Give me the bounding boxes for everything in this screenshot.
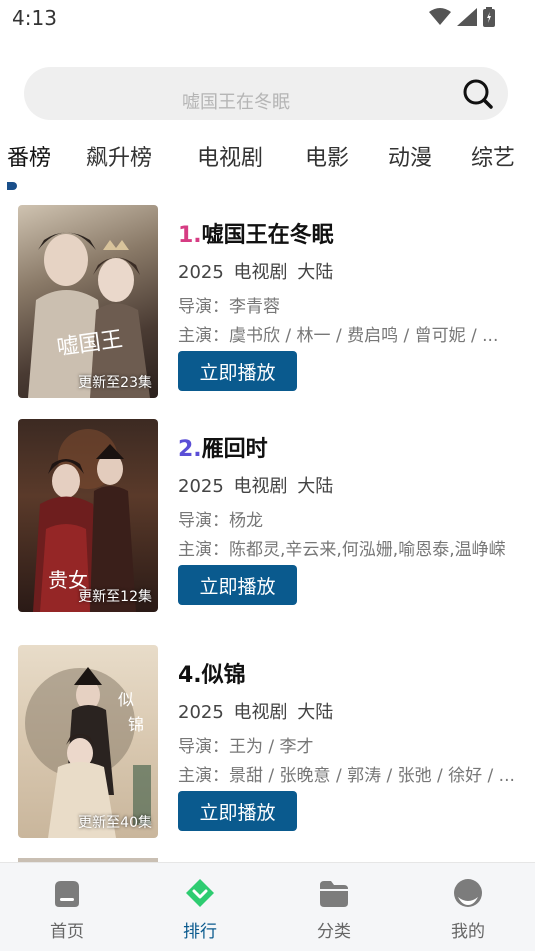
bottom-navigation: 首页 排行 分类 我的 bbox=[0, 862, 535, 951]
item-meta: 2025 电视剧 大陆 bbox=[178, 476, 334, 497]
poster-image[interactable]: 贵女 更新至12集 bbox=[18, 419, 158, 612]
item-cast: 主演：虞书欣 / 林一 / 费启鸣 / 曾可妮 / ... bbox=[178, 326, 499, 346]
update-badge: 更新至23集 bbox=[78, 375, 152, 391]
search-icon[interactable] bbox=[462, 78, 494, 110]
item-meta: 2025 电视剧 大陆 bbox=[178, 702, 334, 723]
nav-label: 我的 bbox=[451, 922, 485, 942]
tab-anime[interactable]: 动漫 bbox=[388, 140, 432, 172]
nav-profile[interactable]: 我的 bbox=[428, 877, 508, 942]
item-title[interactable]: 4.似锦 bbox=[178, 657, 246, 689]
search-input[interactable]: 嘘国王在冬眠 bbox=[24, 67, 508, 120]
item-cast: 主演：景甜 / 张晚意 / 郭涛 / 张弛 / 徐好 / ... bbox=[178, 766, 515, 786]
poster-image[interactable]: 似 锦 更新至40集 bbox=[18, 645, 158, 838]
poster-art: 嘘国王 bbox=[28, 232, 150, 398]
item-cast: 主演：陈都灵,辛云来,何泓姗,喻恩泰,温峥嵘 bbox=[178, 540, 506, 560]
tab-tv[interactable]: 电视剧 bbox=[197, 140, 263, 172]
play-button[interactable]: 立即播放 bbox=[178, 791, 297, 831]
nav-category[interactable]: 分类 bbox=[294, 877, 374, 942]
item-meta: 2025 电视剧 大陆 bbox=[178, 262, 334, 283]
tab-variety[interactable]: 综艺 bbox=[471, 140, 515, 172]
item-director: 导演：李青蓉 bbox=[178, 297, 280, 317]
tab-rising[interactable]: 飙升榜 bbox=[86, 140, 152, 172]
tab-movie[interactable]: 电影 bbox=[305, 140, 349, 172]
update-badge: 更新至12集 bbox=[78, 589, 152, 605]
list-item[interactable]: 嘘国王 更新至23集 1.嘘国王在冬眠 2025 电视剧 大陆 导演：李青蓉 主… bbox=[18, 205, 523, 398]
item-director: 导演：杨龙 bbox=[178, 511, 263, 531]
update-badge: 更新至40集 bbox=[78, 815, 152, 831]
home-icon bbox=[55, 881, 79, 907]
title-text: 似锦 bbox=[201, 663, 246, 688]
nav-label: 分类 bbox=[317, 922, 351, 942]
status-time: 4:13 bbox=[12, 6, 57, 30]
folder-icon bbox=[320, 881, 348, 907]
status-icons bbox=[429, 7, 495, 27]
wifi-icon bbox=[429, 8, 451, 25]
nav-label: 首页 bbox=[50, 922, 84, 942]
list-item[interactable]: 似 锦 更新至40集 4.似锦 2025 电视剧 大陆 导演：王为 / 李才 主… bbox=[18, 645, 523, 838]
profile-icon bbox=[454, 879, 482, 907]
rank-number: 1. bbox=[178, 223, 202, 248]
search-hint: 嘘国王在冬眠 bbox=[182, 92, 290, 113]
svg-text:似: 似 bbox=[118, 690, 134, 709]
tab-indicator bbox=[7, 182, 17, 190]
poster-art: 似 锦 bbox=[25, 667, 151, 838]
rank-number: 2. bbox=[178, 437, 202, 462]
play-button[interactable]: 立即播放 bbox=[178, 565, 297, 605]
nav-home[interactable]: 首页 bbox=[27, 877, 107, 942]
title-text: 雁回时 bbox=[201, 437, 268, 462]
nav-label: 排行 bbox=[183, 922, 217, 942]
item-director: 导演：王为 / 李才 bbox=[178, 737, 314, 757]
tab-hot[interactable]: 番榜 bbox=[7, 140, 51, 172]
item-title[interactable]: 1.嘘国王在冬眠 bbox=[178, 217, 334, 249]
item-title[interactable]: 2.雁回时 bbox=[178, 431, 268, 463]
svg-text:锦: 锦 bbox=[128, 715, 144, 734]
signal-icon bbox=[457, 8, 477, 26]
rank-number: 4. bbox=[178, 663, 202, 688]
poster-art: 贵女 bbox=[33, 429, 136, 612]
status-bar: 4:13 bbox=[0, 0, 535, 38]
list-item[interactable]: 贵女 更新至12集 2.雁回时 2025 电视剧 大陆 导演：杨龙 主演：陈都灵… bbox=[18, 419, 523, 612]
category-tabs: 番榜 飙升榜 电视剧 电影 动漫 综艺 bbox=[0, 140, 535, 180]
nav-ranking[interactable]: 排行 bbox=[160, 877, 240, 942]
play-button[interactable]: 立即播放 bbox=[178, 351, 297, 391]
poster-image[interactable]: 嘘国王 更新至23集 bbox=[18, 205, 158, 398]
ranking-icon bbox=[186, 879, 214, 907]
battery-icon bbox=[483, 7, 495, 27]
title-text: 嘘国王在冬眠 bbox=[201, 223, 334, 248]
